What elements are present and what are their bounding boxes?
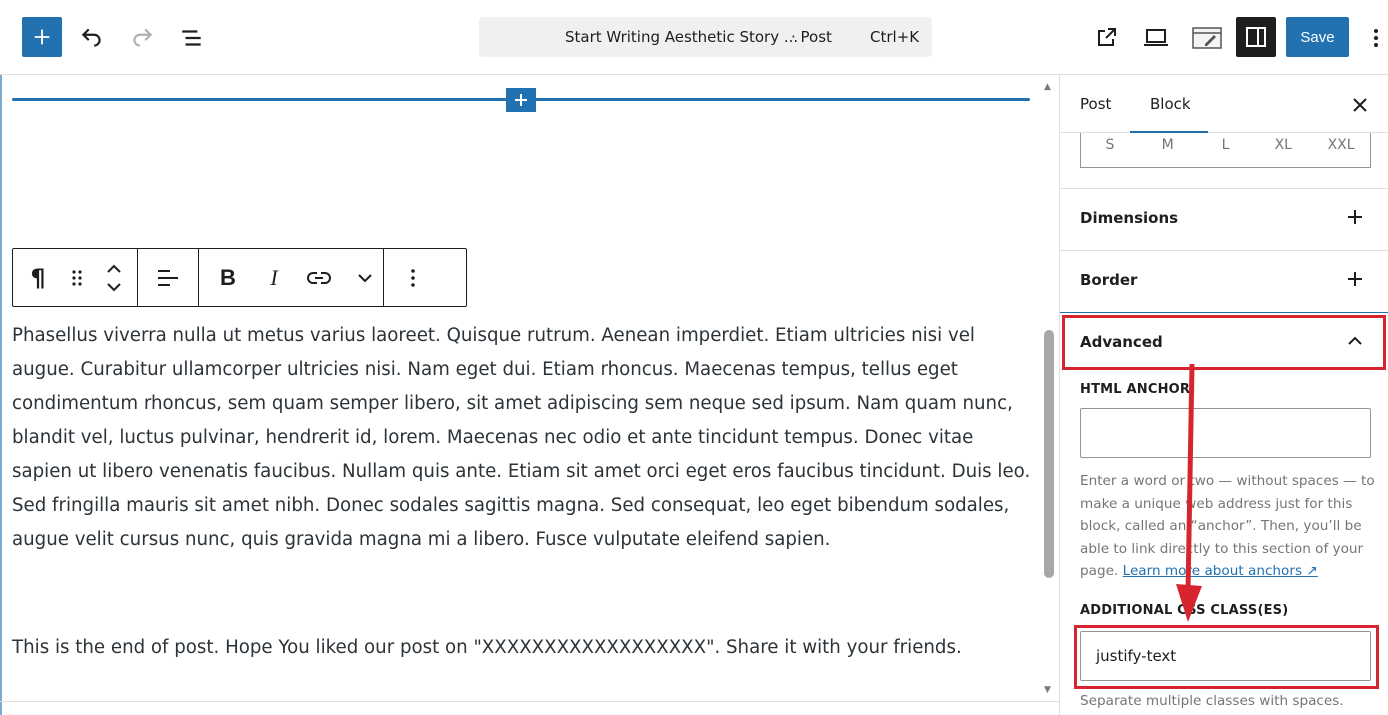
block-toolbar-group-options	[384, 249, 442, 306]
more-formatting-button[interactable]	[347, 249, 383, 306]
settings-sidebar: Post Block S M L XL XXL Dimensions Borde…	[1059, 75, 1388, 715]
chevron-up-icon[interactable]	[106, 264, 122, 274]
editor-header: Start Writing Aesthetic Story ... · Post…	[0, 0, 1388, 75]
size-option-l[interactable]: L	[1197, 133, 1255, 167]
close-icon	[1353, 98, 1367, 112]
redo-button[interactable]	[124, 20, 160, 56]
block-toolbar-group-format: B I	[199, 249, 384, 306]
italic-button[interactable]: I	[257, 249, 291, 306]
undo-button[interactable]	[74, 20, 110, 56]
chevron-down-icon[interactable]	[106, 282, 122, 292]
size-option-xxl[interactable]: XXL	[1312, 133, 1370, 167]
move-block-buttons[interactable]	[91, 249, 137, 306]
preview-button[interactable]	[1138, 20, 1174, 56]
external-link-icon	[1098, 28, 1116, 46]
highlight-box-advanced	[1062, 315, 1386, 370]
view-post-button[interactable]	[1088, 20, 1124, 56]
size-option-xl[interactable]: XL	[1254, 133, 1312, 167]
link-button[interactable]	[291, 249, 347, 306]
more-vertical-icon	[1374, 29, 1378, 47]
align-text-button[interactable]	[138, 249, 198, 306]
canvas-left-edge	[0, 75, 2, 715]
laptop-icon	[1144, 29, 1168, 46]
drag-handle-icon[interactable]	[63, 249, 91, 306]
inline-inserter-button[interactable]	[506, 88, 536, 112]
font-size-picker: S M L XL XXL	[1080, 133, 1371, 168]
dimensions-panel[interactable]: Dimensions	[1060, 188, 1388, 250]
block-toolbar-group-align	[138, 249, 199, 306]
highlight-box-css-class	[1074, 625, 1379, 689]
document-type: · Post	[791, 28, 832, 46]
learn-more-anchors-link[interactable]: Learn more about anchors ↗	[1123, 563, 1318, 579]
tab-block[interactable]: Block	[1150, 95, 1191, 113]
sidebar-settings-icon	[1246, 27, 1266, 47]
align-left-icon	[158, 269, 178, 286]
canvas-divider	[0, 701, 1059, 702]
annotation-arrow-icon	[1176, 363, 1202, 622]
plus-icon	[515, 94, 527, 106]
block-toolbar-group-block: ¶	[13, 249, 138, 306]
bold-button[interactable]: B	[199, 249, 257, 306]
paragraph-block[interactable]: Phasellus viverra nulla ut metus varius …	[12, 319, 1032, 557]
block-toolbar: ¶ B I	[12, 248, 467, 307]
canvas-scrollbar-thumb[interactable]	[1044, 330, 1054, 578]
scroll-down-arrow-icon[interactable]: ▼	[1044, 685, 1051, 695]
command-palette-bar[interactable]: Start Writing Aesthetic Story ... · Post…	[479, 17, 932, 57]
paragraph-block-type-button[interactable]: ¶	[13, 249, 63, 306]
paragraph-block[interactable]: This is the end of post. Hope You liked …	[12, 631, 1032, 665]
more-vertical-icon	[411, 268, 415, 287]
plus-icon	[34, 29, 50, 45]
keyboard-shortcut: Ctrl+K	[870, 28, 920, 46]
document-overview-button[interactable]	[174, 20, 210, 56]
redo-icon	[133, 28, 153, 47]
save-button[interactable]: Save	[1286, 17, 1349, 57]
document-overview-icon	[182, 30, 201, 46]
close-sidebar-button[interactable]	[1348, 93, 1372, 117]
block-options-button[interactable]	[384, 249, 442, 306]
document-title: Start Writing Aesthetic Story ...	[565, 28, 799, 46]
panel-title: Dimensions	[1080, 209, 1179, 227]
tab-post[interactable]: Post	[1080, 95, 1111, 113]
panel-title: Border	[1080, 271, 1138, 289]
anchor-help-text: Enter a word or two — without spaces — t…	[1080, 470, 1375, 583]
size-option-m[interactable]: M	[1139, 133, 1197, 167]
settings-toggle-button[interactable]	[1236, 17, 1276, 57]
size-option-s[interactable]: S	[1081, 133, 1139, 167]
more-options-button[interactable]	[1366, 20, 1386, 56]
add-block-button[interactable]	[22, 17, 62, 57]
plus-icon[interactable]	[1343, 205, 1367, 229]
tools-button[interactable]	[1188, 20, 1226, 56]
html-anchor-input[interactable]	[1080, 408, 1371, 458]
scroll-up-arrow-icon[interactable]: ▲	[1044, 82, 1051, 92]
edit-tools-icon	[1192, 27, 1222, 49]
link-icon	[307, 271, 331, 284]
css-class-help-text: Separate multiple classes with spaces.	[1080, 693, 1344, 709]
chevron-down-icon	[358, 273, 372, 282]
plus-icon[interactable]	[1343, 267, 1367, 291]
border-panel[interactable]: Border	[1060, 250, 1388, 312]
sidebar-tabs: Post Block	[1060, 75, 1388, 133]
undo-icon	[81, 28, 101, 47]
